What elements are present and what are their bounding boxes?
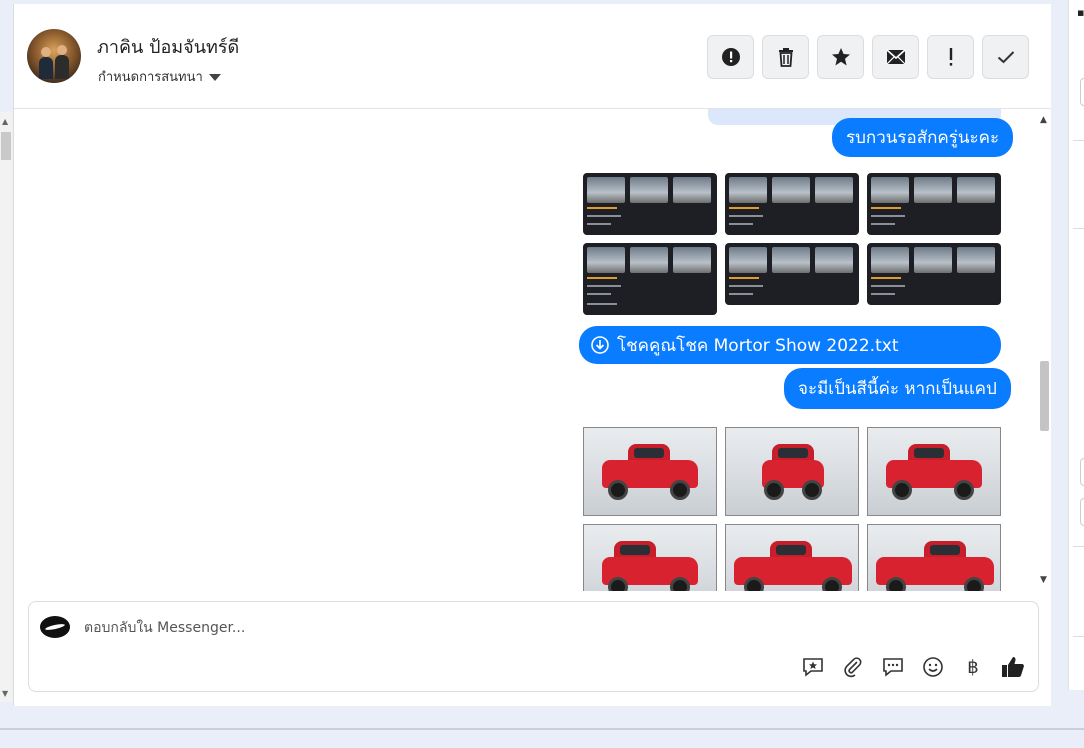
listing-image[interactable] (583, 173, 717, 235)
spam-button[interactable] (707, 35, 754, 79)
message-text: รบกวนรอสักครู่นะคะ (846, 128, 1000, 148)
car-photo[interactable] (583, 427, 717, 516)
panel-field[interactable] (1080, 498, 1084, 526)
done-button[interactable] (982, 35, 1029, 79)
car-photo[interactable] (583, 524, 717, 591)
payment-button[interactable]: ฿ (960, 654, 986, 680)
trash-icon (778, 48, 793, 67)
scroll-up-icon[interactable]: ▲ (2, 118, 8, 126)
download-icon (591, 336, 609, 354)
emoji-button[interactable] (920, 654, 946, 680)
page-avatar (40, 616, 70, 638)
listing-image[interactable] (867, 243, 1001, 305)
listing-image[interactable] (583, 243, 717, 315)
car-photo[interactable] (867, 524, 1001, 591)
panel-divider (1073, 228, 1084, 229)
reply-composer: ฿ (28, 601, 1039, 692)
thread-scroll-up-icon[interactable]: ▲ (1040, 115, 1047, 125)
caret-down-icon (208, 74, 221, 81)
smiley-icon (923, 657, 943, 677)
listing-image[interactable] (867, 173, 1001, 235)
chat-bubble-icon (883, 658, 903, 677)
image-grid-listings (583, 173, 1001, 315)
page-scrollbar[interactable]: ▲ ▼ (0, 112, 12, 702)
page-bottom-divider (0, 728, 1084, 730)
conversation-panel: ภาคิน ป้อมจันทร์ดี กำหนดการสนทนา รบกวนรอ… (13, 4, 1051, 706)
attachment-file-name: โชคคูณโชค Mortor Show 2022.txt (617, 335, 899, 356)
star-bubble-icon (803, 658, 823, 677)
panel-field[interactable] (1080, 458, 1084, 486)
conversation-actions (707, 35, 1029, 79)
attach-button[interactable] (840, 654, 866, 680)
delete-button[interactable] (762, 35, 809, 79)
assign-conversation-dropdown[interactable]: กำหนดการสนทนา (98, 66, 221, 87)
thread-scroll-down-icon[interactable]: ▼ (1040, 575, 1047, 585)
message-text: จะมีเป็นสีนี้ค่ะ หากเป็นแคป (798, 379, 997, 399)
envelope-icon (885, 49, 906, 65)
contact-name[interactable]: ภาคิน ป้อมจันทร์ดี (97, 32, 239, 61)
exclamation-circle-icon (721, 48, 740, 66)
panel-glyph: ▪ (1077, 6, 1084, 19)
exclamation-icon (949, 48, 952, 66)
listing-image[interactable] (725, 173, 859, 235)
thread-scroll-thumb[interactable] (1040, 361, 1049, 431)
assign-label: กำหนดการสนทนา (98, 70, 203, 85)
file-attachment-bubble[interactable]: โชคคูณโชค Mortor Show 2022.txt (579, 326, 1001, 364)
message-bubble[interactable]: จะมีเป็นสีนี้ค่ะ หากเป็นแคป (784, 368, 1011, 409)
conversation-header: ภาคิน ป้อมจันทร์ดี กำหนดการสนทนา (14, 4, 1051, 109)
check-icon (997, 51, 1014, 64)
panel-divider (1073, 546, 1084, 547)
car-photo[interactable] (867, 427, 1001, 516)
right-info-panel: ▪ (1068, 0, 1084, 690)
thread-scrollbar[interactable]: ▲ ▼ (1037, 115, 1051, 585)
car-photo[interactable] (725, 524, 859, 591)
baht-icon: ฿ (967, 656, 979, 678)
message-bubble[interactable]: รบกวนรอสักครู่นะคะ (832, 118, 1014, 157)
message-thread[interactable]: รบกวนรอสักครู่นะคะ โชคคูณโชค Mortor Show… (14, 109, 1051, 591)
paperclip-icon (844, 657, 862, 678)
mark-unread-button[interactable] (872, 35, 919, 79)
star-button[interactable] (817, 35, 864, 79)
saved-replies-button[interactable] (800, 654, 826, 680)
chat-options-button[interactable] (880, 654, 906, 680)
panel-divider (1073, 140, 1084, 141)
panel-divider (1073, 636, 1084, 637)
scroll-down-icon[interactable]: ▼ (2, 690, 8, 698)
follow-up-button[interactable] (927, 35, 974, 79)
image-grid-car-photos (583, 427, 1001, 591)
contact-avatar[interactable] (27, 29, 81, 83)
like-button[interactable] (1000, 654, 1026, 680)
composer-tools: ฿ (800, 654, 1026, 680)
car-photo[interactable] (725, 427, 859, 516)
listing-image[interactable] (725, 243, 859, 305)
reply-input[interactable] (82, 612, 786, 644)
panel-field[interactable] (1080, 78, 1084, 106)
page-scroll-thumb[interactable] (1, 132, 11, 160)
thumbs-up-icon (1002, 657, 1024, 677)
star-icon (831, 48, 850, 66)
